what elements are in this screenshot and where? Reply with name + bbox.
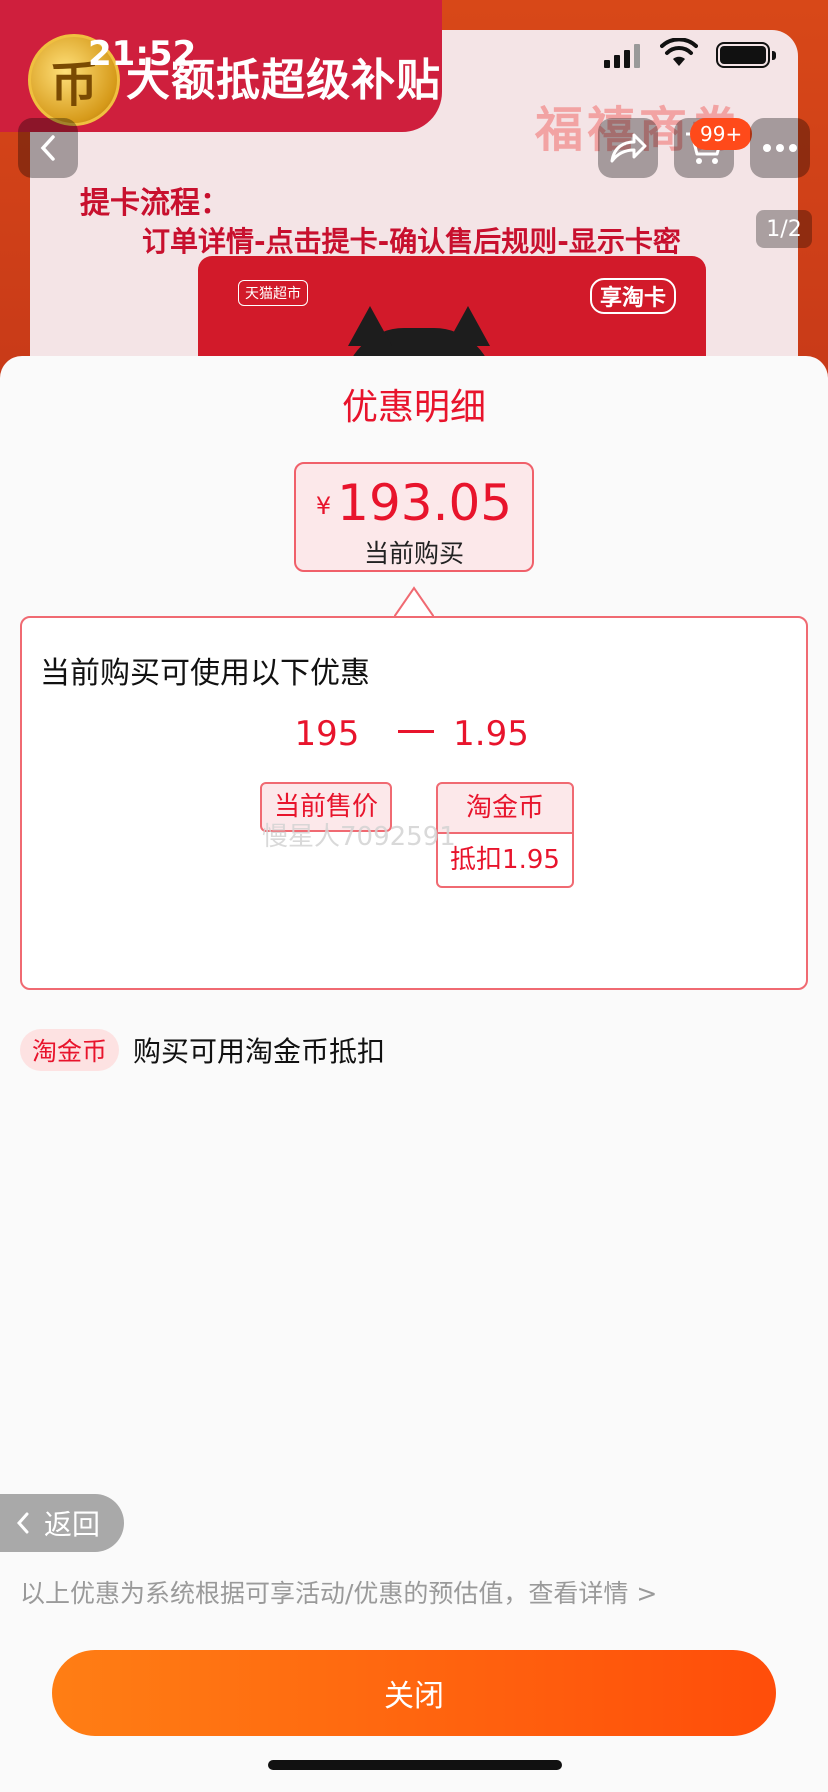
price-value: 193.05 [337, 474, 513, 532]
share-icon [610, 133, 647, 163]
discount-detail-box: 当前购买可使用以下优惠 195 1.95 当前售价 淘金币 抵扣1.95 [20, 616, 808, 990]
flow-steps: 订单详情-点击提卡-确认售后规则-显示卡密 [142, 225, 681, 258]
cart-badge: 99+ [690, 118, 753, 150]
chevron-left-icon [40, 135, 55, 161]
coin-info-text: 购买可用淘金币抵扣 [133, 1035, 386, 1068]
currency-symbol: ¥ [315, 492, 332, 520]
more-icon [763, 144, 797, 152]
card-logo-left: 天猫超市 [238, 280, 308, 306]
watermark: 慢星人7092591 [262, 822, 456, 852]
discount-value: 1.95 [453, 714, 529, 754]
return-label: 返回 [44, 1508, 101, 1541]
battery-icon [716, 42, 776, 68]
close-button[interactable]: 关闭 [52, 1650, 776, 1736]
flow-title: 提卡流程： [80, 186, 230, 221]
page-indicator: 1/2 [756, 210, 812, 248]
price-line: ¥193.05 [296, 474, 532, 532]
coin-info-row: 淘金币 购买可用淘金币抵扣 [20, 1028, 385, 1072]
coin-discount-tag: 淘金币 [436, 782, 574, 834]
share-button[interactable] [598, 118, 658, 178]
sheet-title: 优惠明细 [341, 387, 486, 428]
price-caption: 当前购买 [363, 539, 464, 568]
promo-ribbon: 币 大额抵超级补贴 [0, 0, 442, 132]
chevron-left-icon [16, 1512, 29, 1534]
status-time: 21:52 [88, 34, 197, 74]
more-button[interactable] [750, 118, 810, 178]
base-price-value: 195 [294, 714, 360, 754]
discount-detail-sheet: 优惠明细 ¥193.05 当前购买 当前购买可使用以下优惠 195 1.95 当… [0, 356, 828, 1792]
disclaimer-link[interactable]: 以上优惠为系统根据可享活动/优惠的预估值，查看详情 > [20, 1574, 657, 1610]
back-button[interactable] [18, 118, 78, 178]
current-price-box: ¥193.05 当前购买 [294, 462, 534, 572]
coin-discount-sub: 抵扣1.95 [436, 832, 574, 888]
wifi-icon [660, 38, 698, 66]
coin-tag: 淘金币 [20, 1029, 120, 1071]
return-button[interactable]: 返回 [0, 1494, 124, 1552]
pointer-arrow-icon [394, 586, 434, 618]
signal-icon [604, 44, 640, 68]
card-logo-right: 享淘卡 [589, 278, 676, 314]
home-indicator [268, 1760, 562, 1770]
detail-heading: 当前购买可使用以下优惠 [40, 656, 370, 691]
